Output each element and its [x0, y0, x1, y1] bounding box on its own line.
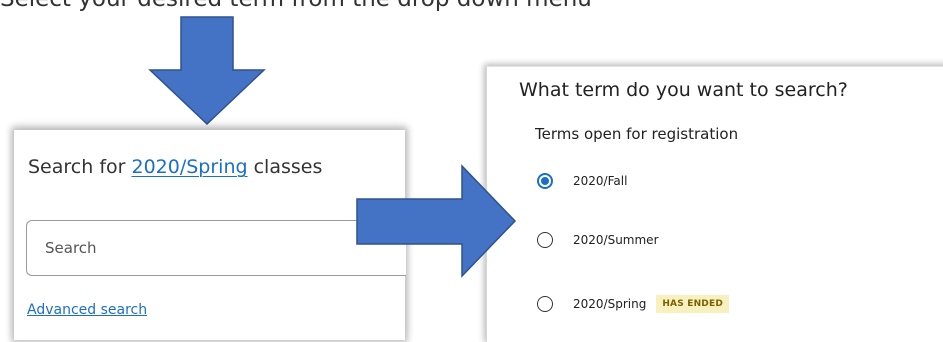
right-arrow-layer — [356, 164, 517, 278]
right-arrow-icon — [356, 164, 517, 278]
